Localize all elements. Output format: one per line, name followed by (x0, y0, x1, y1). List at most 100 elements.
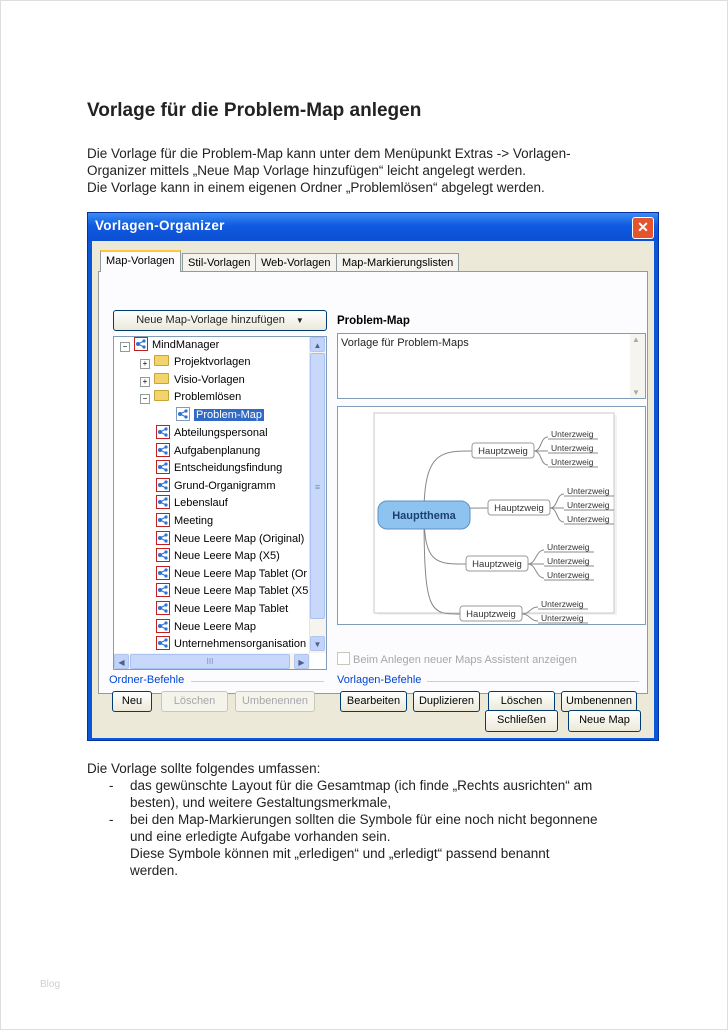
map-icon (156, 442, 170, 457)
scroll-up-icon[interactable]: ▲ (632, 335, 640, 344)
bullet-line: und eine erledigte Aufgabe vorhanden sei… (130, 829, 391, 844)
add-template-label: Neue Map-Vorlage hinzufügen (136, 314, 285, 326)
tree-item[interactable]: Neue Leere Map Tablet (156, 601, 288, 618)
scroll-left-icon[interactable]: ◀ (114, 654, 129, 669)
tree-item-selected[interactable]: Problem-Map (176, 407, 265, 424)
collapse-icon[interactable]: − (120, 342, 130, 352)
main-branch-label: Hauptzweig (466, 609, 516, 620)
sub-branch-connector (521, 613, 539, 622)
folder-icon (154, 355, 169, 366)
description-box[interactable]: Vorlage für Problem-Maps ▲ ▼ (337, 333, 646, 399)
template-edit-button[interactable]: Bearbeiten (340, 691, 407, 712)
folder-icon (154, 373, 169, 384)
tree-horizontal-scrollbar[interactable]: ◀ III ▶ (114, 653, 310, 669)
scroll-up-icon[interactable]: ▲ (310, 337, 325, 352)
close-button[interactable]: Schließen (485, 710, 558, 732)
tree-item-label: Entscheidungsfindung (174, 462, 283, 475)
sub-branch-label: Unterzweig (541, 613, 584, 623)
tree-item[interactable]: Neue Leere Map Tablet (Or (156, 565, 307, 583)
intro-line: Die Vorlage für die Problem-Map kann unt… (87, 146, 571, 161)
tree-folder-label: Visio-Vorlagen (174, 374, 245, 386)
horizontal-scroll-thumb[interactable]: III (130, 654, 290, 669)
tree-folder[interactable]: Visio-Vorlagen (154, 372, 245, 389)
tree-item[interactable]: Neue Leere Map (X5) (156, 548, 280, 565)
tree-folder[interactable]: Projektvorlagen (154, 354, 250, 371)
intro-line: Die Vorlage kann in einem eigenen Ordner… (87, 180, 545, 195)
tree-item[interactable]: Neue Leere Map (Original) (156, 530, 305, 548)
folder-icon (154, 390, 169, 401)
scroll-down-icon[interactable]: ▼ (310, 636, 325, 651)
expand-icon[interactable]: + (140, 377, 150, 387)
sub-branch-label: Unterzweig (551, 443, 594, 453)
folder-commands-label: Ordner-Befehle (109, 674, 185, 686)
bullet-line: Diese Symbole können mit „erledigen“ und… (130, 846, 550, 861)
tree-item[interactable]: Aufgabenplanung (156, 442, 261, 460)
sub-branch-label: Unterzweig (567, 486, 610, 496)
tree-item[interactable]: Neue Leere Map Tablet (X5 (156, 583, 308, 600)
assistant-checkbox-label: Beim Anlegen neuer Maps Assistent anzeig… (353, 654, 577, 666)
template-rename-button[interactable]: Umbenennen (561, 691, 637, 712)
new-map-button[interactable]: Neue Map (568, 710, 641, 732)
tab-map-markierungslisten[interactable]: Map-Markierungslisten (336, 253, 460, 271)
tree-item[interactable]: Abteilungspersonal (156, 425, 268, 442)
tree-vertical-scrollbar[interactable]: ▲ ≡ ▼ (309, 337, 326, 653)
tree-item-label: Grund-Organigramm (174, 479, 276, 492)
bullet-item: - das gewünschte Layout für die Gesamtma… (87, 777, 647, 811)
group-divider (191, 681, 324, 682)
main-branch-label: Hauptzweig (478, 446, 528, 457)
add-template-dropdown[interactable]: Neue Map-Vorlage hinzufügen ▼ (113, 310, 327, 331)
intro-line: Organizer mittels „Neue Map Vorlage hinz… (87, 163, 526, 178)
tab-web-vorlagen[interactable]: Web-Vorlagen (255, 253, 337, 271)
assistant-checkbox[interactable]: Beim Anlegen neuer Maps Assistent anzeig… (337, 652, 577, 666)
folder-new-button[interactable]: Neu (112, 691, 152, 712)
map-icon (156, 460, 170, 475)
window-titlebar[interactable]: Vorlagen-Organizer ✕ (88, 213, 658, 241)
tree-item[interactable]: Unternehmensorganisation (156, 636, 306, 653)
scroll-right-icon[interactable]: ▶ (294, 654, 309, 669)
folder-rename-button[interactable]: Umbenennen (235, 691, 315, 712)
scroll-down-icon[interactable]: ▼ (632, 388, 640, 397)
tree-item[interactable]: Neue Leere Map (156, 618, 256, 636)
map-icon (156, 425, 170, 439)
folder-delete-button[interactable]: Löschen (161, 691, 228, 712)
sub-branch-label: Unterzweig (547, 556, 590, 566)
watermark: Blog (40, 979, 61, 990)
preview-title: Problem-Map (337, 315, 410, 327)
tree-root-label: MindManager (152, 339, 220, 351)
template-tree[interactable]: − MindManager + Projektvorlagen + Visio-… (113, 336, 327, 670)
window-client: Map-Vorlagen Stil-Vorlagen Web-Vorlagen … (92, 241, 654, 738)
checkbox-icon[interactable] (337, 652, 350, 665)
sub-branch-label: Unterzweig (547, 542, 590, 552)
chevron-down-icon: ▼ (295, 316, 304, 325)
tree-item-label: Neue Leere Map (Original) (174, 532, 305, 545)
tab-map-vorlagen[interactable]: Map-Vorlagen (100, 250, 181, 272)
expand-icon[interactable]: + (140, 359, 150, 369)
tree-item-label: Aufgabenplanung (174, 444, 261, 457)
map-icon (134, 337, 148, 351)
collapse-icon[interactable]: − (140, 394, 150, 404)
tree-item-label: Problem-Map (194, 409, 265, 421)
vertical-scroll-thumb[interactable]: ≡ (310, 353, 325, 619)
tree-folder[interactable]: Problemlösen (154, 389, 241, 406)
template-duplicate-button[interactable]: Duplizieren (413, 691, 480, 712)
tree-item-label: Neue Leere Map Tablet (174, 603, 289, 615)
tree-item[interactable]: Meeting (156, 513, 213, 530)
tab-stil-vorlagen[interactable]: Stil-Vorlagen (182, 253, 257, 271)
description-scrollbar[interactable]: ▲ ▼ (630, 334, 645, 398)
map-icon (156, 618, 170, 633)
requirements-intro: Die Vorlage sollte folgendes umfassen: (87, 761, 321, 776)
sub-branch-label: Unterzweig (541, 599, 584, 609)
map-icon (176, 407, 190, 421)
intro-paragraph: Die Vorlage für die Problem-Map kann unt… (87, 145, 647, 196)
template-delete-button[interactable]: Löschen (488, 691, 555, 712)
tree-item[interactable]: Lebenslauf (156, 495, 228, 512)
bullet-dash: - (109, 812, 114, 827)
bullet-item: - bei den Map-Markierungen sollten die S… (87, 811, 647, 879)
tree-item[interactable]: Entscheidungsfindung (156, 460, 282, 477)
tree-item[interactable]: Grund-Organigramm (156, 477, 276, 495)
tree-root[interactable]: MindManager (134, 337, 219, 354)
bullet-dash: - (109, 778, 114, 793)
map-icon (156, 548, 170, 563)
close-icon[interactable]: ✕ (632, 217, 654, 239)
tab-pane: Neue Map-Vorlage hinzufügen ▼ − MindMana… (98, 271, 648, 712)
